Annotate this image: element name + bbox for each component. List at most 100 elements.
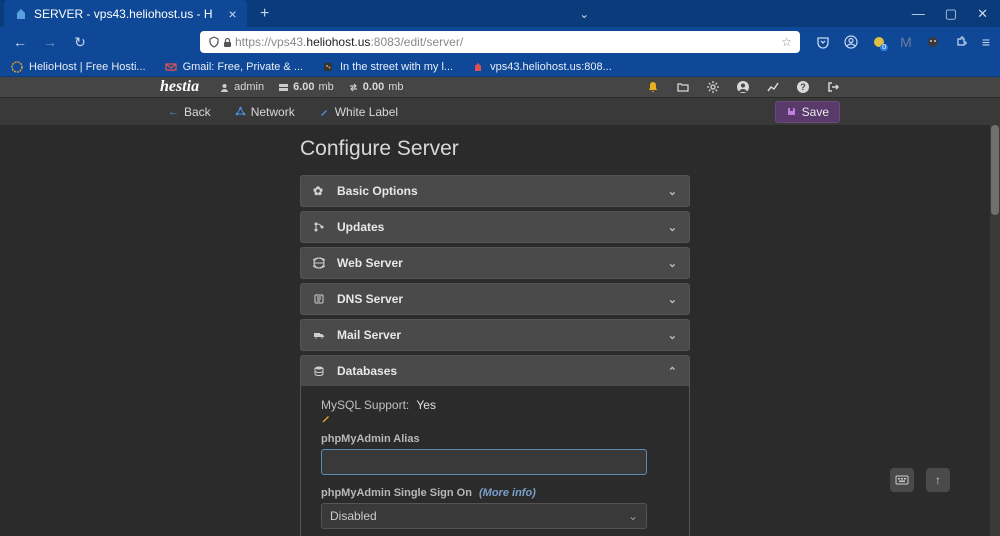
close-tab-icon[interactable]: × [229,7,237,21]
reload-icon[interactable]: ↻ [70,34,90,51]
database-icon [313,365,327,377]
edit-pencil-icon[interactable] [321,412,669,423]
section-label: Mail Server [337,328,401,342]
section-web[interactable]: Web Server ⌄ [300,247,690,279]
sso-value: Disabled [330,509,377,523]
sso-more-info-link[interactable]: (More info) [479,487,536,499]
new-tab-button[interactable]: + [253,5,277,23]
bell-icon[interactable] [646,80,660,94]
transfer-icon [348,82,359,93]
section-label: Web Server [337,256,403,270]
section-updates[interactable]: Updates ⌄ [300,211,690,243]
tab-favicon [14,7,28,21]
bookmark-street[interactable]: In the street with my l... [321,60,453,74]
bookmarks-bar: HelioHost | Free Hosti... Gmail: Free, P… [0,57,1000,77]
stats-icon[interactable] [766,80,780,94]
brush-icon [319,106,330,117]
scroll-thumb[interactable] [991,125,999,215]
user-chip[interactable]: admin [219,81,264,93]
fav-icon [321,60,335,74]
save-button[interactable]: Save [775,101,840,123]
gear-icon[interactable] [706,80,720,94]
bookmark-label: Gmail: Free, Private & ... [183,61,303,73]
account-icon[interactable] [844,35,858,49]
branch-icon [313,221,327,233]
back-icon[interactable]: ← [10,34,30,50]
toolbar-right-icons: 0 M ≡ [816,34,990,50]
pocket-icon[interactable] [816,35,830,49]
book-icon [313,293,327,305]
user-icon [219,82,230,93]
section-label: DNS Server [337,292,403,306]
tabs-chevron-icon[interactable]: ⌄ [579,7,589,21]
url-scheme: https:// [235,35,271,49]
mysql-label: MySQL Support: [321,398,409,412]
bookmark-label: In the street with my l... [340,61,453,73]
network-button[interactable]: Network [227,102,303,122]
ext-icon-3[interactable] [926,35,940,49]
address-bar[interactable]: https://vps43.heliohost.us:8083/edit/ser… [200,31,800,53]
lock-icon [222,37,233,48]
app-viewport: hestia admin 6.00 mb 0.00 mb ? [0,77,1000,536]
content-area: Configure Server ✿ Basic Options ⌄ Updat… [0,125,1000,536]
section-dns[interactable]: DNS Server ⌄ [300,283,690,315]
scroll-top-button[interactable]: ↑ [926,468,950,492]
window-controls: — ▢ ✕ [912,6,1000,22]
section-basic[interactable]: ✿ Basic Options ⌄ [300,175,690,207]
back-button[interactable]: ← Back [160,102,219,122]
disk-chip: 6.00 mb [278,81,334,93]
help-icon[interactable]: ? [796,80,810,94]
chevron-down-icon: ⌄ [628,509,638,523]
network-icon [235,106,246,117]
pma-alias-input[interactable] [321,449,647,475]
whitelabel-label: White Label [335,105,398,119]
sso-label: phpMyAdmin Single Sign On [321,487,472,499]
section-mail[interactable]: Mail Server ⌄ [300,319,690,351]
network-label: Network [251,105,295,119]
keyboard-shortcuts-button[interactable] [890,468,914,492]
brand-logo[interactable]: hestia [160,78,199,96]
chevron-down-icon: ⌄ [668,185,677,198]
pma-alias-label: phpMyAdmin Alias [321,433,669,445]
ext-icon-2[interactable]: M [900,34,912,50]
save-label: Save [802,105,829,119]
globe-icon [313,257,327,269]
menu-icon[interactable]: ≡ [982,34,990,50]
bookmark-vps[interactable]: vps43.heliohost.us:808... [471,60,612,74]
chevron-down-icon: ⌄ [668,221,677,234]
bookmark-gmail[interactable]: Gmail: Free, Private & ... [164,60,303,74]
bw-chip: 0.00 mb [348,81,404,93]
browser-tab[interactable]: SERVER - vps43.heliohost.us - H × [4,0,247,27]
chevron-up-icon: ⌃ [668,365,677,378]
folder-icon[interactable] [676,80,690,94]
sso-label-row: phpMyAdmin Single Sign On (More info) [321,487,669,499]
float-buttons: ↑ [890,468,950,492]
arrow-left-icon: ← [168,106,179,118]
gear-icon: ✿ [313,184,327,198]
account-circle-icon[interactable] [736,80,750,94]
maximize-button[interactable]: ▢ [945,6,957,22]
extensions-icon[interactable] [954,35,968,49]
bookmark-label: HelioHost | Free Hosti... [29,61,146,73]
back-label: Back [184,105,211,119]
sso-select[interactable]: Disabled ⌄ [321,503,647,529]
user-name: admin [234,81,264,93]
top-icons: ? [646,80,840,94]
url-path: :8083/edit/server/ [370,35,463,49]
scrollbar[interactable] [990,125,1000,536]
section-db-header[interactable]: Databases ⌃ [301,356,689,386]
ext-icon-1[interactable]: 0 [872,35,886,49]
bookmark-heliohost[interactable]: HelioHost | Free Hosti... [10,60,146,74]
bookmark-star-icon[interactable]: ☆ [781,35,792,49]
bookmark-label: vps43.heliohost.us:808... [490,61,612,73]
accordion: ✿ Basic Options ⌄ Updates ⌄ Web Se [300,175,690,536]
section-db-body: MySQL Support: Yes phpMyAdmin Alias phpM… [301,386,689,536]
bw-unit: mb [388,81,403,93]
close-window-button[interactable]: ✕ [977,6,988,22]
user-stats: admin 6.00 mb 0.00 mb [219,81,403,93]
chevron-down-icon: ⌄ [668,329,677,342]
logout-icon[interactable] [826,80,840,94]
minimize-button[interactable]: — [912,6,925,22]
section-label: Updates [337,220,384,234]
whitelabel-button[interactable]: White Label [311,102,406,122]
